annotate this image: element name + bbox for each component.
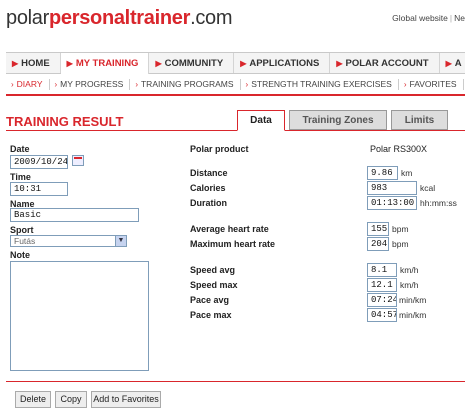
date-label: Date [10, 144, 30, 154]
nav-home[interactable]: ▶ HOME [6, 53, 61, 73]
pace-avg-input[interactable]: 07:24 [367, 293, 397, 307]
global-website-link[interactable]: Global website [392, 13, 448, 23]
duration-label: Duration [190, 198, 227, 208]
duration-unit: hh:mm:ss [420, 198, 457, 208]
arrow-right-icon: ▶ [12, 59, 19, 68]
calories-label: Calories [190, 183, 226, 193]
pace-avg-unit: min/km [399, 295, 427, 305]
subnav-training-programs-label: TRAINING PROGRAMS [140, 78, 234, 89]
nav-polar-account-label: POLAR ACCOUNT [345, 58, 429, 69]
delete-button[interactable]: Delete [15, 391, 51, 408]
copy-button[interactable]: Copy [55, 391, 87, 408]
tab-data[interactable]: Data [237, 110, 285, 131]
nav-home-label: HOME [21, 58, 50, 69]
pace-max-unit: min/km [399, 310, 427, 320]
name-input[interactable]: Basic [10, 208, 139, 222]
avg-hr-label: Average heart rate [190, 224, 269, 234]
top-link-truncated[interactable]: Ne [454, 13, 465, 23]
subnav-strength-exercises-label: STRENGTH TRAINING EXERCISES [251, 78, 392, 89]
avg-hr-input[interactable]: 155 [367, 222, 389, 236]
arrow-right-icon: ▶ [240, 59, 247, 68]
arrow-right-icon: ▶ [445, 59, 452, 68]
main-nav: ▶ HOME ▶ MY TRAINING ▶ COMMUNITY ▶ APPLICATI… [6, 52, 465, 74]
tab-limits[interactable]: Limits [391, 110, 448, 130]
tab-training-zones[interactable]: Training Zones [289, 110, 387, 130]
duration-input[interactable]: 01:13:00 [367, 196, 417, 210]
time-label: Time [10, 172, 31, 182]
arrow-right-icon: › [135, 79, 138, 89]
max-hr-unit: bpm [392, 239, 409, 249]
subnav-strength-exercises[interactable]: › STRENGTH TRAINING EXERCISES [241, 78, 399, 90]
arrow-right-icon: › [403, 79, 407, 89]
arrow-right-icon: ▶ [66, 59, 73, 68]
pace-max-input[interactable]: 04:57 [367, 308, 397, 322]
sport-selected-value: Futás [14, 236, 36, 246]
date-input[interactable]: 2009/10/24 [10, 155, 68, 169]
nav-truncated[interactable]: ▶ A [440, 53, 465, 73]
title-underline [6, 130, 465, 131]
nav-truncated-label: A [454, 58, 462, 69]
speed-avg-input[interactable]: 8.1 [367, 263, 397, 277]
add-to-favorites-button[interactable]: Add to Favorites [91, 391, 161, 408]
toplinks-separator: | [449, 13, 453, 23]
subnav-my-progress[interactable]: › MY PROGRESS [50, 78, 131, 90]
top-links: Global website | Ne [392, 13, 465, 23]
arrow-right-icon: ▶ [155, 59, 162, 68]
nav-community-label: COMMUNITY [164, 58, 224, 69]
speed-max-unit: km/h [400, 280, 419, 290]
nav-polar-account[interactable]: ▶ POLAR ACCOUNT [330, 53, 440, 73]
nav-community[interactable]: ▶ COMMUNITY [149, 53, 235, 73]
page-title: TRAINING RESULT [6, 114, 124, 129]
speed-avg-label: Speed avg [190, 265, 236, 275]
logo-text-polar: polar [6, 7, 49, 29]
subnav-training-programs[interactable]: › TRAINING PROGRAMS [130, 78, 241, 90]
product-value: Polar RS300X [370, 144, 428, 154]
note-textarea[interactable] [10, 261, 149, 371]
avg-hr-unit: bpm [392, 224, 409, 234]
logo-text-personaltrainer: personaltrainer [48, 7, 191, 29]
distance-input[interactable]: 9.86 [367, 166, 398, 180]
note-label: Note [10, 250, 30, 260]
time-input[interactable]: 10:31 [10, 182, 68, 196]
calendar-icon[interactable] [72, 155, 84, 166]
pace-avg-label: Pace avg [190, 295, 230, 305]
sport-select[interactable]: Futás ▼ [10, 235, 127, 247]
max-hr-input[interactable]: 204 [367, 237, 389, 251]
arrow-right-icon: › [54, 79, 58, 89]
footer-divider [6, 381, 465, 382]
distance-label: Distance [190, 168, 228, 178]
product-label: Polar product [190, 144, 249, 154]
distance-unit: km [401, 168, 413, 178]
subnav-diary-label: DIARY [16, 78, 43, 89]
chevron-down-icon[interactable]: ▼ [115, 236, 126, 246]
pace-max-label: Pace max [190, 310, 232, 320]
nav-my-training[interactable]: ▶ MY TRAINING [60, 53, 150, 74]
max-hr-label: Maximum heart rate [190, 239, 276, 249]
arrow-right-icon: ▶ [336, 59, 343, 68]
nav-my-training-label: MY TRAINING [75, 58, 139, 69]
subnav-my-progress-label: MY PROGRESS [60, 78, 124, 89]
speed-max-input[interactable]: 12.1 [367, 278, 397, 292]
sport-label: Sport [10, 225, 34, 235]
nav-divider [6, 94, 465, 96]
calories-input[interactable]: 983 [367, 181, 417, 195]
subnav-diary[interactable]: › DIARY [6, 78, 50, 90]
speed-max-label: Speed max [190, 280, 238, 290]
subnav-favorites[interactable]: › FAVORITES [399, 78, 464, 90]
logo-text-com: .com [190, 7, 233, 29]
calories-unit: kcal [420, 183, 436, 193]
nav-applications-label: APPLICATIONS [249, 58, 320, 69]
arrow-right-icon: › [11, 79, 14, 89]
arrow-right-icon: › [245, 79, 249, 89]
sub-nav: › DIARY › MY PROGRESS › TRAINING PROGRAMS ›… [6, 76, 465, 92]
site-logo[interactable]: polarpersonaltrainer.com [6, 6, 233, 30]
subnav-favorites-label: FAVORITES [409, 78, 457, 89]
speed-avg-unit: km/h [400, 265, 419, 275]
nav-applications[interactable]: ▶ APPLICATIONS [234, 53, 331, 73]
